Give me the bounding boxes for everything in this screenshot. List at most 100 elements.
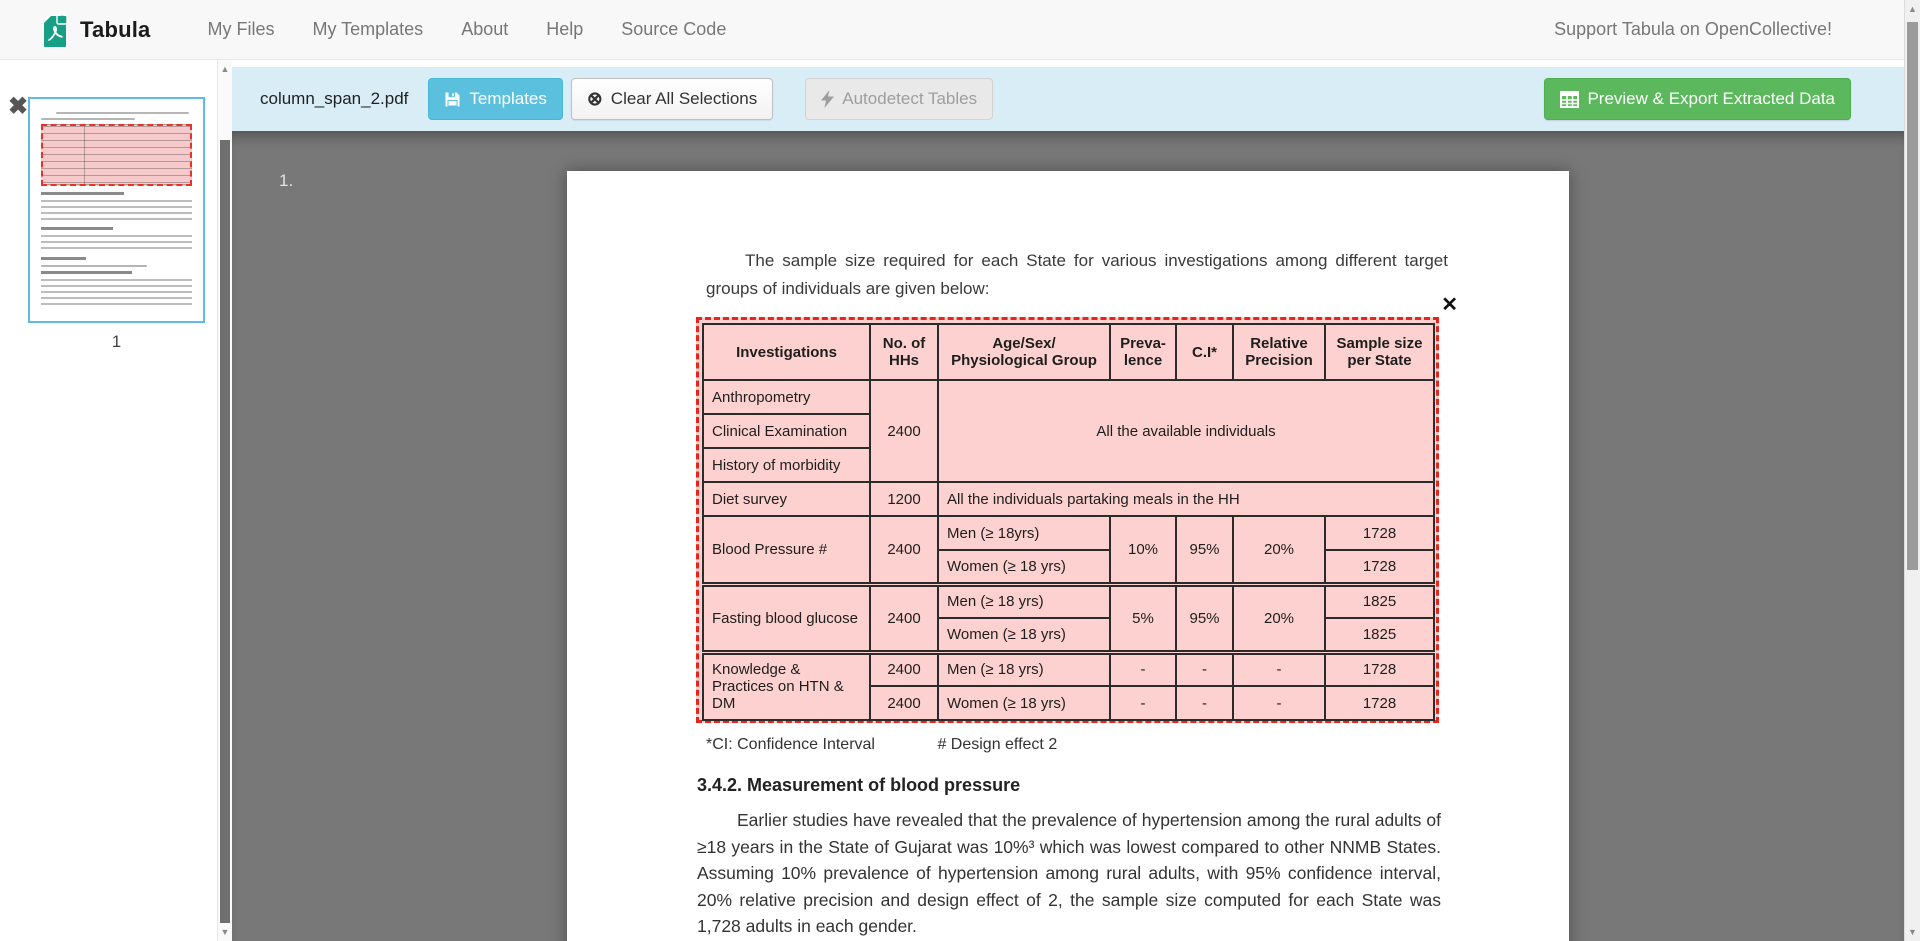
thumbnail-text-block — [41, 200, 192, 222]
templates-button-label: Templates — [469, 89, 546, 109]
pdf-viewer: 1. The sample size required for each Sta… — [232, 131, 1904, 941]
table-row: Anthropometry2400All the available indiv… — [703, 380, 1434, 414]
table-row: Knowledge & Practices on HTN & DM2400Men… — [703, 652, 1434, 686]
table-cell: All the available individuals — [938, 380, 1434, 482]
table-cell: Clinical Examination — [703, 414, 870, 448]
table-cell: 1728 — [1325, 652, 1434, 686]
table-cell: 1825 — [1325, 618, 1434, 652]
scroll-up-icon[interactable]: ▲ — [218, 64, 232, 74]
autodetect-tables-button[interactable]: Autodetect Tables — [805, 78, 993, 120]
table-header-row: InvestigationsNo. of HHsAge/Sex/ Physiol… — [703, 324, 1434, 380]
table-cell: - — [1176, 686, 1233, 720]
tabula-logo-icon — [40, 12, 70, 48]
nav-item-help[interactable]: Help — [527, 19, 602, 40]
table-column-header: Relative Precision — [1233, 324, 1325, 380]
sidebar-scrollbar[interactable]: ▲ ▼ — [217, 60, 232, 941]
thumbnail-text-block — [41, 235, 192, 252]
autodetect-button-label: Autodetect Tables — [842, 89, 977, 109]
thumbnail-selection-preview — [41, 124, 192, 186]
table-row: Diet survey1200All the individuals parta… — [703, 482, 1434, 516]
window-scrollbar-thumb[interactable] — [1907, 22, 1918, 570]
nav-item-about[interactable]: About — [442, 19, 527, 40]
preview-export-button[interactable]: Preview & Export Extracted Data — [1544, 78, 1851, 120]
table-column-header: Age/Sex/ Physiological Group — [938, 324, 1110, 380]
section-paragraph: Earlier studies have revealed that the p… — [697, 807, 1441, 940]
sidebar-scrollbar-thumb[interactable] — [220, 140, 230, 923]
thumbnail-heading-line — [41, 227, 113, 230]
table-column-header: Investigations — [703, 324, 870, 380]
table-cell: 1728 — [1325, 516, 1434, 550]
table-cell: - — [1233, 652, 1325, 686]
lightning-bolt-icon — [821, 90, 834, 108]
table-cell: - — [1110, 686, 1176, 720]
table-cell: Women (≥ 18 yrs) — [938, 550, 1110, 584]
support-link[interactable]: Support Tabula on OpenCollective! — [1554, 19, 1832, 40]
table-footnotes: *CI: Confidence Interval # Design effect… — [706, 736, 1115, 754]
remove-file-icon[interactable]: ✖ — [8, 92, 28, 121]
document-table: InvestigationsNo. of HHsAge/Sex/ Physiol… — [702, 323, 1435, 721]
nav-item-my-templates[interactable]: My Templates — [293, 19, 442, 40]
table-cell: - — [1176, 652, 1233, 686]
window-scrollbar[interactable]: ▲ ▼ — [1904, 0, 1920, 941]
thumbnail-page-number: 1 — [28, 332, 205, 352]
table-cell: 2400 — [870, 584, 938, 652]
scroll-up-icon[interactable]: ▲ — [1905, 4, 1920, 14]
thumbnail-sidebar: ✖ 1 ▲ ▼ — [0, 60, 232, 941]
thumbnail-heading-line — [41, 192, 124, 195]
table-selection-overlay[interactable]: ✕ InvestigationsNo. of HHsAge/Sex/ Physi… — [696, 317, 1439, 723]
table-cell: 95% — [1176, 516, 1233, 584]
table-cell: Men (≥ 18yrs) — [938, 516, 1110, 550]
export-table-icon — [1560, 91, 1579, 108]
table-cell: 10% — [1110, 516, 1176, 584]
thumbnail-text-block — [41, 279, 192, 305]
brand-link[interactable]: Tabula — [40, 12, 150, 48]
scroll-down-icon[interactable]: ▼ — [1905, 927, 1920, 937]
templates-button[interactable]: Templates — [428, 78, 562, 120]
nav-item-my-files[interactable]: My Files — [188, 19, 293, 40]
page-number-label: 1. — [279, 171, 293, 191]
table-cell: 5% — [1110, 584, 1176, 652]
table-cell: - — [1110, 652, 1176, 686]
brand-title: Tabula — [80, 17, 150, 43]
selection-close-icon[interactable]: ✕ — [1441, 292, 1458, 317]
filename-label: column_span_2.pdf — [260, 89, 408, 109]
table-cell: 1200 — [870, 482, 938, 516]
table-cell: 20% — [1233, 516, 1325, 584]
table-cell: 1728 — [1325, 686, 1434, 720]
thumbnail-heading-line — [41, 271, 132, 274]
table-cell: 95% — [1176, 584, 1233, 652]
document-intro-text: The sample size required for each State … — [706, 247, 1448, 303]
table-cell: Knowledge & Practices on HTN & DM — [703, 652, 870, 720]
nav-links: My Files My Templates About Help Source … — [188, 19, 745, 40]
table-cell: History of morbidity — [703, 448, 870, 482]
thumbnail-text-line — [41, 118, 135, 120]
table-row: Fasting blood glucose2400Men (≥ 18 yrs)5… — [703, 584, 1434, 618]
page-thumbnail[interactable] — [28, 97, 205, 323]
table-column-header: Sample size per State — [1325, 324, 1434, 380]
table-cell: Anthropometry — [703, 380, 870, 414]
thumbnail-text-line — [41, 265, 147, 267]
table-cell: Women (≥ 18 yrs) — [938, 686, 1110, 720]
scroll-down-icon[interactable]: ▼ — [218, 927, 232, 937]
table-cell: Blood Pressure # — [703, 516, 870, 584]
table-row: Blood Pressure #2400Men (≥ 18yrs)10%95%2… — [703, 516, 1434, 550]
clear-all-selections-button[interactable]: ⊗ Clear All Selections — [571, 78, 773, 120]
table-cell: 2400 — [870, 516, 938, 584]
table-cell: - — [1233, 686, 1325, 720]
export-button-label: Preview & Export Extracted Data — [1587, 89, 1835, 109]
table-cell: Fasting blood glucose — [703, 584, 870, 652]
clear-circle-x-icon: ⊗ — [587, 90, 603, 109]
thumbnail-heading-line — [41, 257, 86, 260]
clear-button-label: Clear All Selections — [611, 89, 757, 109]
table-cell: 2400 — [870, 686, 938, 720]
top-navbar: Tabula My Files My Templates About Help … — [0, 0, 1920, 60]
table-cell: 20% — [1233, 584, 1325, 652]
section-heading: 3.4.2. Measurement of blood pressure — [697, 775, 1020, 796]
pdf-page: The sample size required for each State … — [567, 171, 1569, 941]
table-cell: 2400 — [870, 652, 938, 686]
table-cell: All the individuals partaking meals in t… — [938, 482, 1434, 516]
table-cell: 1825 — [1325, 584, 1434, 618]
nav-item-source-code[interactable]: Source Code — [602, 19, 745, 40]
table-cell: Women (≥ 18 yrs) — [938, 618, 1110, 652]
table-cell: Diet survey — [703, 482, 870, 516]
